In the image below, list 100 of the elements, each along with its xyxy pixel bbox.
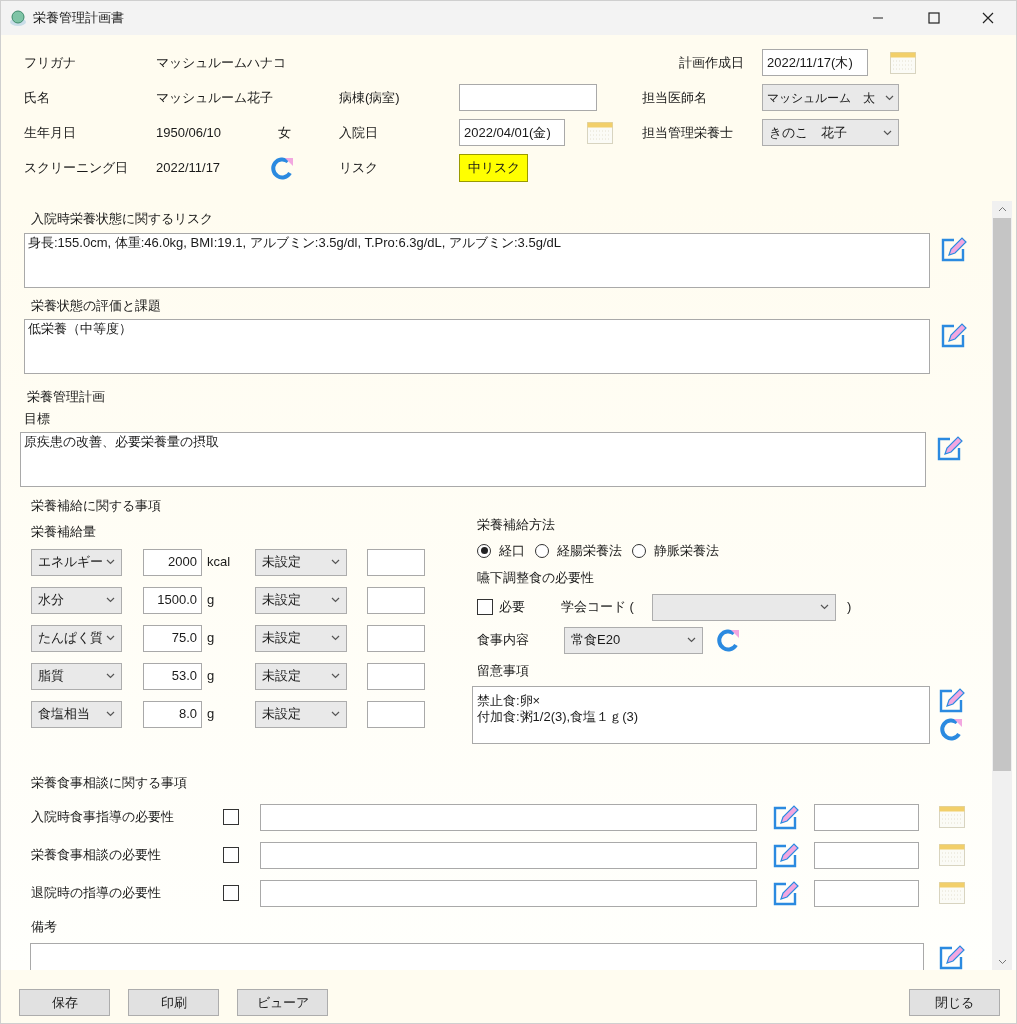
date-field[interactable]: 2022/04/01(金)	[459, 119, 565, 146]
unit-label: g	[207, 667, 216, 686]
edit-icon[interactable]	[938, 686, 965, 714]
setting-dropdown[interactable]: 未設定	[255, 586, 347, 614]
checkbox[interactable]	[223, 847, 239, 863]
date-field[interactable]	[814, 841, 919, 869]
field-label: 担当医師名	[642, 88, 707, 107]
text-field[interactable]	[260, 879, 757, 907]
field-value: 1950/06/10	[156, 123, 222, 142]
radio-label: 経口	[499, 541, 525, 560]
refresh-icon[interactable]	[715, 627, 741, 653]
field-value: マッシュルーム花子	[156, 88, 273, 107]
value-field[interactable]	[367, 624, 425, 652]
nutrient-dropdown[interactable]: 水分	[31, 586, 122, 614]
chevron-icon	[331, 711, 340, 717]
amount-field[interactable]: 75.0	[143, 624, 202, 652]
chevron-icon	[106, 635, 115, 641]
section-label: 入院時栄養状態に関するリスク	[31, 210, 214, 228]
value-field[interactable]	[367, 662, 425, 690]
field-label: )	[847, 598, 852, 617]
maximize-icon[interactable]	[928, 12, 940, 24]
refresh-icon[interactable]	[269, 154, 295, 181]
text-field[interactable]	[260, 803, 757, 831]
chevron-icon	[331, 597, 340, 603]
edit-icon[interactable]	[940, 322, 967, 349]
setting-dropdown[interactable]: 未設定	[255, 624, 347, 652]
action-button[interactable]: 保存	[19, 989, 110, 1016]
edit-icon[interactable]	[936, 435, 963, 462]
text-field[interactable]	[260, 841, 757, 869]
edit-icon[interactable]	[772, 841, 799, 869]
amount-field[interactable]: 1500.0	[143, 586, 202, 614]
refresh-icon[interactable]	[938, 715, 964, 742]
nutrient-dropdown[interactable]: エネルギー	[31, 548, 122, 576]
unit-label: g	[207, 705, 216, 724]
checkbox[interactable]	[223, 885, 239, 901]
date-field[interactable]: 2022/11/17(木)	[762, 49, 868, 76]
field-label: 入院日	[339, 123, 378, 142]
code-dropdown[interactable]	[652, 593, 836, 621]
date-field[interactable]	[814, 803, 919, 831]
dietitian-dropdown[interactable]: きのこ 花子	[762, 119, 899, 146]
section-label: 栄養補給方法	[477, 516, 556, 534]
field-label: 病棟(病室)	[339, 88, 400, 107]
checkbox[interactable]	[477, 599, 493, 615]
meal-dropdown[interactable]: 常食E20	[564, 626, 703, 654]
edit-icon[interactable]	[940, 235, 967, 263]
text-area[interactable]: 身長:155.0cm, 体重:46.0kg, BMI:19.1, アルブミン:3.5g/dl, T.Pro:6.3g/dL, アルブミン:3.5g/dL	[24, 232, 930, 288]
setting-dropdown[interactable]: 未設定	[255, 662, 347, 690]
text-area[interactable]: 禁止食:卵× 付加食:粥1/2(3),食塩１ｇ(3)	[472, 685, 930, 744]
field-label: 入院時食事指導の必要性	[31, 808, 175, 827]
chevron-icon	[885, 94, 894, 101]
scroll-up-icon[interactable]	[997, 206, 1007, 212]
close-icon[interactable]	[982, 12, 994, 24]
section-label: 留意事項	[477, 662, 530, 680]
section-heading: 栄養管理計画	[27, 388, 106, 406]
scrollbar-thumb[interactable]	[993, 218, 1011, 771]
field-label: 担当管理栄養士	[642, 123, 733, 142]
field-label: 計画作成日	[679, 53, 744, 72]
value-field[interactable]	[367, 586, 425, 614]
edit-icon[interactable]	[772, 879, 799, 907]
nutrient-dropdown[interactable]: たんぱく質	[31, 624, 122, 652]
radio-button[interactable]	[477, 543, 491, 558]
action-button[interactable]: 印刷	[128, 989, 219, 1016]
date-field[interactable]	[814, 879, 919, 907]
edit-icon[interactable]	[938, 943, 965, 970]
chevron-icon	[106, 711, 115, 717]
radio-label: 静脈栄養法	[654, 541, 719, 560]
risk-badge: 中リスク	[459, 153, 528, 182]
amount-field[interactable]: 53.0	[143, 662, 202, 690]
checkbox[interactable]	[223, 809, 239, 825]
chevron-icon	[106, 673, 115, 679]
text-area[interactable]: 低栄養（中等度）	[24, 319, 930, 374]
section-label: 目標	[24, 409, 51, 428]
action-button[interactable]: 閉じる	[909, 989, 1000, 1016]
doctor-dropdown[interactable]: マッシュルーム 太	[762, 84, 899, 111]
text-area[interactable]: 原疾患の改善、必要栄養量の摂取	[20, 432, 926, 487]
scroll-down-icon[interactable]	[997, 959, 1007, 965]
nutrient-dropdown[interactable]: 脂質	[31, 662, 122, 690]
radio-button[interactable]	[535, 543, 549, 558]
amount-field[interactable]: 8.0	[143, 700, 202, 728]
nutrient-dropdown[interactable]: 食塩相当	[31, 700, 122, 728]
amount-field[interactable]: 2000	[143, 548, 202, 576]
value-field[interactable]	[367, 548, 425, 576]
section-label: 嚥下調整食の必要性	[477, 568, 595, 587]
section-heading: 栄養補給に関する事項	[31, 497, 162, 515]
field-label: リスク	[339, 158, 378, 177]
field-value: 2022/11/17	[156, 158, 221, 177]
app-icon	[9, 9, 27, 27]
ward-field[interactable]	[459, 84, 597, 111]
section-label: 栄養補給量	[31, 522, 97, 541]
edit-icon[interactable]	[772, 803, 799, 831]
setting-dropdown[interactable]: 未設定	[255, 700, 347, 728]
field-label: 学会コード (	[561, 598, 635, 617]
radio-button[interactable]	[632, 543, 646, 558]
setting-dropdown[interactable]: 未設定	[255, 548, 347, 576]
value-field[interactable]	[367, 700, 425, 728]
field-label: 生年月日	[24, 123, 76, 142]
action-button[interactable]: ビューア	[237, 989, 328, 1016]
chevron-icon	[331, 673, 340, 679]
window-title: 栄養管理計画書	[33, 9, 124, 28]
sex-value: 女	[278, 123, 291, 142]
